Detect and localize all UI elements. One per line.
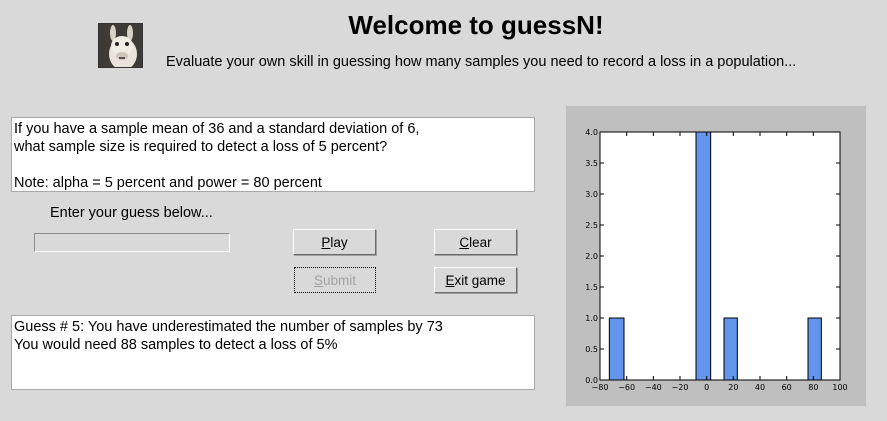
- question-line: what sample size is required to detect a…: [14, 139, 388, 155]
- x-tick-label: −20: [672, 383, 689, 392]
- guess-histogram-panel: −80 −60 −40 −20 0 20 40 60 80 100 0.0 0.5 1.0 1.5 2.0 2…: [566, 106, 866, 406]
- y-tick-label: 0.0: [585, 376, 598, 385]
- submit-button-accel: S: [313, 272, 323, 288]
- y-tick-label: 1.0: [585, 314, 598, 323]
- x-tick-label: 80: [808, 383, 818, 392]
- y-tick-label: 3.5: [585, 159, 598, 168]
- result-line: Guess # 5: You have underestimated the n…: [14, 319, 443, 335]
- y-tick-label: 1.5: [585, 283, 598, 292]
- play-button[interactable]: Play: [293, 229, 376, 255]
- x-tick-label: −60: [618, 383, 635, 392]
- plot-area: [600, 132, 840, 380]
- question-line: If you have a sample mean of 36 and a st…: [14, 121, 420, 137]
- exit-game-button[interactable]: Exit game: [434, 267, 517, 293]
- guess-prompt-label: Enter your guess below...: [50, 205, 213, 221]
- y-tick-label: 3.0: [585, 190, 598, 199]
- x-tick-label: 20: [728, 383, 738, 392]
- guess-input[interactable]: [34, 233, 230, 252]
- clear-button[interactable]: Clear: [434, 229, 517, 255]
- histogram-bar: [695, 131, 712, 381]
- x-tick-label: 0: [704, 383, 709, 392]
- page-title: Welcome to guessN!: [348, 10, 604, 40]
- result-line: You would need 88 samples to detect a lo…: [14, 337, 338, 353]
- play-button-label: lay: [330, 234, 348, 250]
- histogram-bar: [608, 317, 625, 381]
- x-tick-label: 40: [755, 383, 765, 392]
- exit-button-accel: E: [445, 272, 455, 288]
- histogram-bar: [723, 317, 738, 381]
- submit-button[interactable]: Submit: [294, 267, 376, 293]
- page-subtitle: Evaluate your own skill in guessing how …: [166, 54, 797, 70]
- y-tick-label: 2.5: [585, 221, 598, 230]
- exit-button-label: xit game: [454, 272, 506, 288]
- y-tick-label: 2.0: [585, 252, 598, 261]
- x-tick-label: 100: [832, 383, 847, 392]
- clear-button-accel: C: [459, 234, 470, 250]
- question-textbox[interactable]: If you have a sample mean of 36 and a st…: [11, 117, 535, 192]
- x-tick-label: 60: [782, 383, 792, 392]
- histogram-bar: [807, 317, 822, 381]
- x-tick-label: −40: [645, 383, 662, 392]
- y-tick-label: 4.0: [585, 128, 598, 137]
- clear-button-label: lear: [469, 234, 492, 250]
- y-tick-label: 0.5: [585, 345, 598, 354]
- result-textbox[interactable]: Guess # 5: You have underestimated the n…: [11, 315, 535, 390]
- guess-histogram-chart: −80 −60 −40 −20 0 20 40 60 80 1000.00.51.01.52.02…: [585, 128, 847, 392]
- submit-button-label: ubmit: [323, 272, 357, 288]
- play-button-accel: P: [321, 234, 331, 250]
- question-note: Note: alpha = 5 percent and power = 80 p…: [14, 175, 322, 191]
